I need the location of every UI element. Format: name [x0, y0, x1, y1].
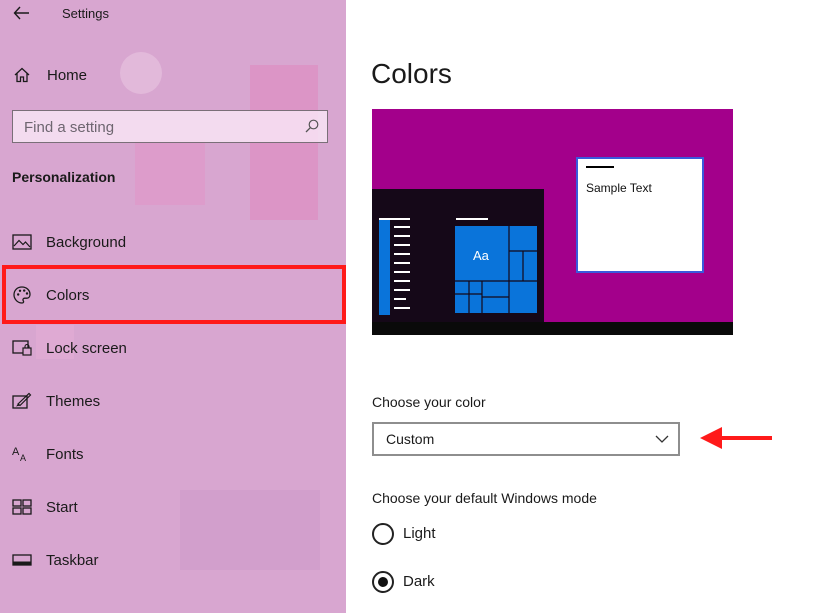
color-preview: Aa Sample Text — [372, 109, 733, 335]
sidebar-item-start[interactable]: Start — [0, 483, 346, 531]
preview-sample-window: Sample Text — [576, 157, 704, 273]
sidebar-item-label: Lock screen — [46, 339, 127, 357]
windows-mode-label: Choose your default Windows mode — [372, 490, 597, 506]
sidebar-item-label: Start — [46, 498, 78, 516]
radio-label: Light — [403, 525, 436, 542]
sidebar-item-home[interactable]: Home — [0, 51, 346, 99]
radio-label: Dark — [403, 573, 435, 590]
search-icon[interactable] — [304, 118, 320, 134]
main-content: Colors Aa Sample Text Choose your color … — [346, 0, 814, 613]
background-shape — [135, 140, 205, 205]
back-arrow-icon[interactable] — [12, 4, 32, 22]
radio-button-selected[interactable] — [372, 571, 394, 593]
dropdown-value: Custom — [386, 431, 435, 447]
color-mode-dropdown[interactable]: Custom — [372, 422, 680, 456]
fonts-icon: A A — [12, 444, 32, 464]
sidebar-item-taskbar[interactable]: Taskbar — [0, 536, 346, 584]
svg-text:A: A — [20, 453, 26, 463]
image-icon — [12, 232, 32, 252]
taskbar-icon — [12, 550, 32, 570]
preview-tile-text: Aa — [473, 248, 490, 263]
radio-light[interactable]: Light — [372, 521, 572, 547]
app-title: Settings — [62, 6, 109, 21]
choose-color-label: Choose your color — [372, 394, 486, 410]
section-header: Personalization — [12, 169, 116, 185]
sidebar-item-label: Themes — [46, 392, 101, 410]
radio-dot — [378, 577, 388, 587]
page-title: Colors — [371, 58, 452, 89]
start-icon — [12, 497, 32, 517]
chevron-down-icon — [655, 435, 669, 443]
sample-text: Sample Text — [586, 181, 652, 195]
search-input[interactable] — [24, 117, 294, 137]
sidebar-item-fonts[interactable]: A A Fonts — [0, 430, 346, 478]
highlight-box — [2, 265, 346, 324]
preview-taskbar — [372, 322, 733, 335]
sidebar-item-themes[interactable]: Themes — [0, 377, 346, 425]
home-icon — [12, 65, 32, 85]
sidebar-item-background[interactable]: Background — [0, 218, 346, 266]
preview-start-graphic: Aa — [379, 218, 537, 315]
annotation-arrow-icon — [700, 427, 772, 449]
themes-icon — [12, 391, 32, 411]
sidebar-item-lock-screen[interactable]: Lock screen — [0, 324, 346, 372]
lock-screen-icon — [12, 338, 32, 358]
sidebar-item-label: Taskbar — [46, 551, 99, 569]
sidebar-item-label: Fonts — [46, 445, 84, 463]
sidebar: Settings Home Personalization Background — [0, 0, 346, 613]
preview-start-menu: Aa — [372, 189, 544, 322]
title-bar: Settings — [0, 0, 346, 28]
radio-dark[interactable]: Dark — [372, 569, 572, 595]
search-box[interactable] — [12, 110, 328, 143]
radio-button[interactable] — [372, 523, 394, 545]
sidebar-item-label: Home — [47, 66, 88, 84]
window-title-bar — [586, 166, 614, 168]
sidebar-item-label: Background — [46, 233, 127, 251]
svg-text:A: A — [12, 446, 20, 458]
